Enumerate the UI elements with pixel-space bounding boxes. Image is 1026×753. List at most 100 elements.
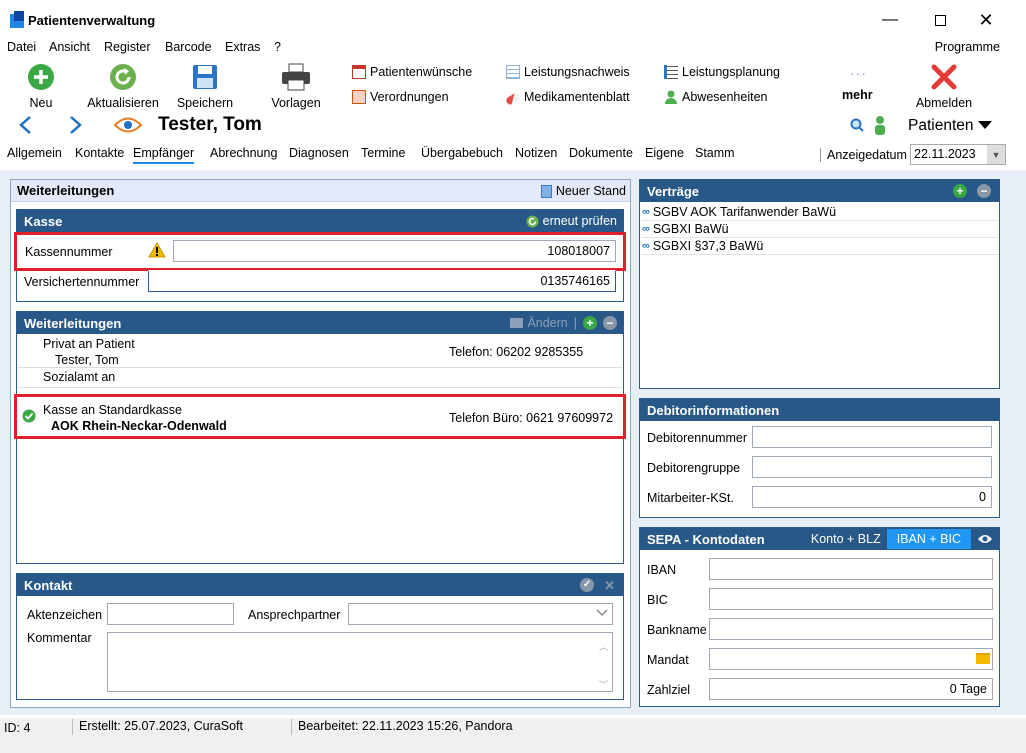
kommentar-textarea[interactable] (107, 632, 613, 692)
menu-help[interactable]: ? (274, 40, 281, 54)
vertrag-item[interactable]: ∞ SGBXI §37,3 BaWü (642, 238, 998, 255)
tab-stamm[interactable]: Stamm (695, 146, 735, 160)
debitor-title: Debitorinformationen (647, 402, 780, 418)
row-privat-phone: Telefon: 06202 9285355 (449, 345, 584, 359)
patienten-dropdown[interactable]: Patienten (908, 117, 974, 135)
patient-person-icon[interactable] (873, 115, 887, 135)
printer-icon (281, 62, 311, 92)
close-small-icon[interactable]: ✕ (604, 578, 615, 594)
menu-extras[interactable]: Extras (225, 40, 260, 54)
mehr-button[interactable]: mehr (842, 88, 873, 102)
tab-eigene[interactable]: Eigene (645, 146, 684, 160)
tab-empfaenger[interactable]: Empfänger (133, 146, 195, 164)
bankname-input[interactable] (709, 618, 993, 640)
vertrag-label: SGBXI §37,3 BaWü (652, 239, 764, 253)
row-sozialamt-line1[interactable]: Sozialamt an (43, 370, 115, 384)
folder-icon (510, 318, 524, 328)
scroll-down-icon[interactable]: ﹀ (599, 678, 608, 691)
chevron-down-icon[interactable] (978, 121, 992, 131)
kassennummer-input[interactable]: 108018007 (173, 240, 616, 262)
eye-icon[interactable] (114, 116, 142, 134)
tab-kontakte[interactable]: Kontakte (75, 146, 124, 160)
link-icon: ∞ (642, 223, 650, 235)
aktenzeichen-input[interactable] (107, 603, 234, 625)
date-dropdown-icon[interactable]: ▼ (987, 145, 1005, 164)
search-icon[interactable] (850, 118, 864, 132)
mandat-input[interactable] (709, 648, 993, 670)
menu-ansicht[interactable]: Ansicht (49, 40, 90, 54)
neuer-stand-label: Neuer Stand (555, 184, 626, 198)
back-arrow-icon[interactable] (17, 115, 33, 135)
close-button[interactable]: ✕ (966, 8, 1006, 32)
add-icon[interactable]: + (583, 316, 597, 330)
folder-icon[interactable] (976, 653, 990, 664)
menu-register[interactable]: Register (104, 40, 151, 54)
neu-button[interactable]: Neu (25, 62, 57, 110)
checkmark-icon[interactable]: ✓ (580, 578, 595, 592)
grid-icon (506, 65, 520, 79)
tab-diagnosen[interactable]: Diagnosen (289, 146, 349, 160)
aktualisieren-button[interactable]: Aktualisieren (85, 62, 161, 110)
bic-input[interactable] (709, 588, 993, 610)
ansprechpartner-select[interactable] (348, 603, 613, 625)
erneut-pruefen-button[interactable]: erneut prüfen (526, 214, 617, 228)
remove-icon[interactable]: − (977, 184, 991, 198)
vertrag-item[interactable]: ∞ SGBV AOK Tarifanwender BaWü (642, 204, 998, 221)
patientenwuensche-button[interactable]: Patientenwünsche (352, 65, 472, 79)
chevron-down-icon[interactable] (596, 609, 608, 617)
debitor-header: Debitorinformationen (640, 399, 999, 421)
warning-icon (148, 242, 166, 258)
minimize-button[interactable]: — (870, 8, 910, 32)
abwesenheiten-label: Abwesenheiten (682, 90, 768, 104)
versichertennummer-label: Versichertennummer (24, 275, 140, 289)
vorlagen-button[interactable]: Vorlagen (268, 62, 324, 110)
iban-input[interactable] (709, 558, 993, 580)
tab-abrechnung[interactable]: Abrechnung (210, 146, 277, 160)
forward-arrow-icon[interactable] (68, 115, 84, 135)
link-icon: ∞ (642, 206, 650, 218)
kontakt-title: Kontakt (24, 577, 73, 593)
eye-small-icon[interactable] (977, 533, 993, 545)
konto-blz-toggle[interactable]: Konto + BLZ (811, 532, 881, 546)
vertrag-item[interactable]: ∞ SGBXI BaWü (642, 221, 998, 238)
menu-datei[interactable]: Datei (7, 40, 36, 54)
abwesenheiten-button[interactable]: Abwesenheiten (664, 90, 767, 104)
anzeigedatum-label: Anzeigedatum (820, 148, 907, 162)
kasse-title: Kasse (24, 213, 63, 229)
leistungsplanung-button[interactable]: Leistungsplanung (664, 65, 780, 79)
debitorengruppe-label: Debitorengruppe (647, 461, 741, 475)
abmelden-label: Abmelden (915, 96, 973, 110)
kommentar-label: Kommentar (27, 631, 92, 645)
tab-dokumente[interactable]: Dokumente (569, 146, 633, 160)
abmelden-button[interactable]: Abmelden (912, 62, 976, 110)
remove-icon[interactable]: − (603, 316, 617, 330)
app-icon (10, 11, 24, 28)
speichern-button[interactable]: Speichern (175, 62, 235, 110)
tab-uebergabebuch[interactable]: Übergabebuch (421, 146, 503, 160)
verordnungen-label: Verordnungen (370, 90, 449, 104)
maximize-icon[interactable] (920, 8, 960, 32)
debitorennummer-input[interactable] (752, 426, 992, 448)
zahlziel-input[interactable]: 0 Tage (709, 678, 993, 700)
kontakt-header: Kontakt ✓ ✕ (17, 574, 623, 596)
menu-barcode[interactable]: Barcode (165, 40, 212, 54)
erneut-pruefen-label: erneut prüfen (542, 214, 617, 228)
row-privat-line1[interactable]: Privat an Patient (43, 337, 135, 351)
tab-allgemein[interactable]: Allgemein (7, 146, 62, 160)
row-kasse-line1[interactable]: Kasse an Standardkasse (43, 403, 182, 417)
versichertennummer-input[interactable]: 0135746165 (148, 270, 616, 292)
iban-bic-toggle[interactable]: IBAN + BIC (886, 529, 971, 549)
programme-menu[interactable]: Programme (935, 40, 1000, 54)
leistungsnachweis-button[interactable]: Leistungsnachweis (506, 65, 630, 79)
neuer-stand-button[interactable]: Neuer Stand (540, 184, 626, 198)
add-icon[interactable]: + (953, 184, 967, 198)
medikamentenblatt-button[interactable]: Medikamentenblatt (504, 90, 630, 106)
scroll-up-icon[interactable]: ︿ (599, 640, 608, 653)
ansprechpartner-label: Ansprechpartner (248, 608, 341, 622)
tab-notizen[interactable]: Notizen (515, 146, 557, 160)
mitarbeiter-kst-input[interactable]: 0 (752, 486, 992, 508)
aendern-button[interactable]: Ändern (510, 316, 568, 330)
verordnungen-button[interactable]: Verordnungen (352, 90, 449, 104)
debitorengruppe-input[interactable] (752, 456, 992, 478)
tab-termine[interactable]: Termine (361, 146, 405, 160)
